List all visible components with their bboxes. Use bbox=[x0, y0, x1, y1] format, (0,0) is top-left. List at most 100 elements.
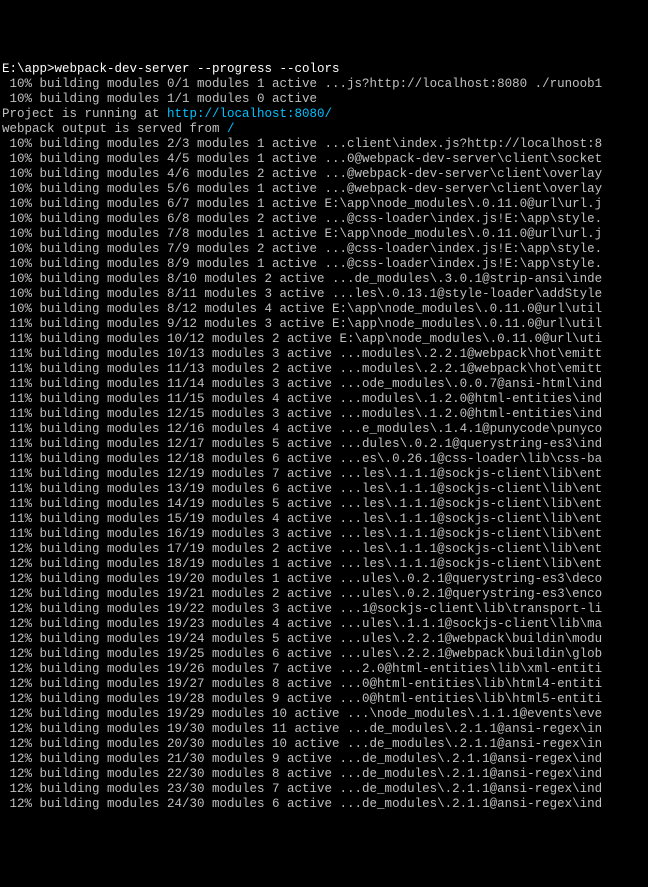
build-progress-text: 12% building modules 19/21 modules 2 act… bbox=[2, 587, 602, 601]
build-progress-text: 12% building modules 19/23 modules 4 act… bbox=[2, 617, 602, 631]
build-progress-text: 10% building modules 7/9 modules 2 activ… bbox=[2, 242, 602, 256]
build-progress-text: 10% building modules 4/6 modules 2 activ… bbox=[2, 167, 602, 181]
build-progress-text: 12% building modules 20/30 modules 10 ac… bbox=[2, 737, 602, 751]
build-progress-line: 12% building modules 18/19 modules 1 act… bbox=[2, 557, 646, 572]
build-progress-text: 10% building modules 5/6 modules 1 activ… bbox=[2, 182, 602, 196]
build-progress-line: 12% building modules 23/30 modules 7 act… bbox=[2, 782, 646, 797]
build-progress-text: 12% building modules 19/28 modules 9 act… bbox=[2, 692, 602, 706]
build-progress-text: 10% building modules 0/1 modules 1 activ… bbox=[2, 77, 602, 91]
build-progress-text: 11% building modules 12/17 modules 5 act… bbox=[2, 437, 602, 451]
build-progress-text: 10% building modules 2/3 modules 1 activ… bbox=[2, 137, 602, 151]
build-progress-line: 11% building modules 14/19 modules 5 act… bbox=[2, 497, 646, 512]
build-progress-text: 11% building modules 9/12 modules 3 acti… bbox=[2, 317, 602, 331]
build-progress-text: 11% building modules 11/13 modules 2 act… bbox=[2, 362, 602, 376]
build-progress-text: 12% building modules 19/27 modules 8 act… bbox=[2, 677, 602, 691]
build-progress-line: 10% building modules 0/1 modules 1 activ… bbox=[2, 77, 646, 92]
build-progress-line: 11% building modules 10/13 modules 3 act… bbox=[2, 347, 646, 362]
build-progress-text: 11% building modules 10/12 modules 2 act… bbox=[2, 332, 602, 346]
build-progress-line: 10% building modules 8/12 modules 4 acti… bbox=[2, 302, 646, 317]
build-progress-line: 12% building modules 19/25 modules 6 act… bbox=[2, 647, 646, 662]
build-progress-line: 12% building modules 20/30 modules 10 ac… bbox=[2, 737, 646, 752]
build-progress-line: 10% building modules 7/8 modules 1 activ… bbox=[2, 227, 646, 242]
build-progress-text: 11% building modules 12/19 modules 7 act… bbox=[2, 467, 602, 481]
build-progress-line: 12% building modules 19/21 modules 2 act… bbox=[2, 587, 646, 602]
build-progress-text: 11% building modules 11/14 modules 3 act… bbox=[2, 377, 602, 391]
build-progress-text: 12% building modules 19/25 modules 6 act… bbox=[2, 647, 602, 661]
build-progress-text: 12% building modules 19/20 modules 1 act… bbox=[2, 572, 602, 586]
build-progress-line: 12% building modules 19/22 modules 3 act… bbox=[2, 602, 646, 617]
build-progress-line: 12% building modules 22/30 modules 8 act… bbox=[2, 767, 646, 782]
build-progress-line: 10% building modules 1/1 modules 0 activ… bbox=[2, 92, 646, 107]
build-progress-line: 12% building modules 19/30 modules 11 ac… bbox=[2, 722, 646, 737]
build-progress-line: 10% building modules 8/11 modules 3 acti… bbox=[2, 287, 646, 302]
project-running-label: Project is running at bbox=[2, 107, 167, 121]
served-from-line: webpack output is served from / bbox=[2, 122, 646, 137]
build-progress-text: 12% building modules 19/26 modules 7 act… bbox=[2, 662, 602, 676]
build-progress-text: 10% building modules 1/1 modules 0 activ… bbox=[2, 92, 317, 106]
command-text: webpack-dev-server --progress --colors bbox=[55, 62, 340, 76]
build-progress-line: 11% building modules 12/16 modules 4 act… bbox=[2, 422, 646, 437]
build-progress-line: 10% building modules 5/6 modules 1 activ… bbox=[2, 182, 646, 197]
build-progress-text: 11% building modules 14/19 modules 5 act… bbox=[2, 497, 602, 511]
build-progress-text: 12% building modules 21/30 modules 9 act… bbox=[2, 752, 602, 766]
build-progress-line: 11% building modules 15/19 modules 4 act… bbox=[2, 512, 646, 527]
build-progress-line: 10% building modules 8/10 modules 2 acti… bbox=[2, 272, 646, 287]
build-progress-line: 10% building modules 8/9 modules 1 activ… bbox=[2, 257, 646, 272]
build-progress-line: 10% building modules 6/8 modules 2 activ… bbox=[2, 212, 646, 227]
build-progress-line: 11% building modules 13/19 modules 6 act… bbox=[2, 482, 646, 497]
build-progress-line: 11% building modules 11/15 modules 4 act… bbox=[2, 392, 646, 407]
build-progress-text: 11% building modules 15/19 modules 4 act… bbox=[2, 512, 602, 526]
build-progress-text: 12% building modules 18/19 modules 1 act… bbox=[2, 557, 602, 571]
build-progress-line: 10% building modules 4/5 modules 1 activ… bbox=[2, 152, 646, 167]
build-progress-line: 10% building modules 2/3 modules 1 activ… bbox=[2, 137, 646, 152]
build-progress-text: 12% building modules 19/24 modules 5 act… bbox=[2, 632, 602, 646]
build-progress-line: 12% building modules 21/30 modules 9 act… bbox=[2, 752, 646, 767]
build-progress-text: 11% building modules 16/19 modules 3 act… bbox=[2, 527, 602, 541]
build-progress-line: 12% building modules 19/27 modules 8 act… bbox=[2, 677, 646, 692]
command-prompt-line: E:\app>webpack-dev-server --progress --c… bbox=[2, 62, 646, 77]
build-progress-text: 11% building modules 12/16 modules 4 act… bbox=[2, 422, 602, 436]
build-progress-line: 12% building modules 19/26 modules 7 act… bbox=[2, 662, 646, 677]
build-progress-text: 11% building modules 12/18 modules 6 act… bbox=[2, 452, 602, 466]
build-progress-text: 10% building modules 6/7 modules 1 activ… bbox=[2, 197, 602, 211]
build-progress-line: 10% building modules 6/7 modules 1 activ… bbox=[2, 197, 646, 212]
build-progress-text: 11% building modules 10/13 modules 3 act… bbox=[2, 347, 602, 361]
build-progress-text: 11% building modules 11/15 modules 4 act… bbox=[2, 392, 602, 406]
build-progress-text: 11% building modules 12/15 modules 3 act… bbox=[2, 407, 602, 421]
build-progress-text: 10% building modules 8/9 modules 1 activ… bbox=[2, 257, 602, 271]
build-progress-line: 12% building modules 19/20 modules 1 act… bbox=[2, 572, 646, 587]
build-progress-line: 11% building modules 11/13 modules 2 act… bbox=[2, 362, 646, 377]
project-running-line: Project is running at http://localhost:8… bbox=[2, 107, 646, 122]
build-progress-line: 11% building modules 11/14 modules 3 act… bbox=[2, 377, 646, 392]
build-progress-text: 10% building modules 8/10 modules 2 acti… bbox=[2, 272, 602, 286]
build-progress-line: 11% building modules 12/19 modules 7 act… bbox=[2, 467, 646, 482]
build-progress-line: 12% building modules 19/28 modules 9 act… bbox=[2, 692, 646, 707]
build-progress-text: 10% building modules 7/8 modules 1 activ… bbox=[2, 227, 602, 241]
build-progress-text: 12% building modules 19/30 modules 11 ac… bbox=[2, 722, 602, 736]
build-progress-line: 12% building modules 19/29 modules 10 ac… bbox=[2, 707, 646, 722]
build-progress-line: 11% building modules 12/15 modules 3 act… bbox=[2, 407, 646, 422]
build-progress-text: 12% building modules 19/22 modules 3 act… bbox=[2, 602, 602, 616]
build-progress-text: 12% building modules 24/30 modules 6 act… bbox=[2, 797, 602, 811]
build-progress-line: 11% building modules 9/12 modules 3 acti… bbox=[2, 317, 646, 332]
prompt-path: E:\app> bbox=[2, 62, 55, 76]
served-from-label: webpack output is served from bbox=[2, 122, 227, 136]
build-progress-line: 10% building modules 7/9 modules 2 activ… bbox=[2, 242, 646, 257]
build-progress-text: 11% building modules 13/19 modules 6 act… bbox=[2, 482, 602, 496]
build-progress-line: 11% building modules 16/19 modules 3 act… bbox=[2, 527, 646, 542]
build-progress-text: 10% building modules 8/11 modules 3 acti… bbox=[2, 287, 602, 301]
build-progress-text: 12% building modules 19/29 modules 10 ac… bbox=[2, 707, 602, 721]
build-progress-line: 12% building modules 19/23 modules 4 act… bbox=[2, 617, 646, 632]
build-progress-text: 12% building modules 23/30 modules 7 act… bbox=[2, 782, 602, 796]
build-progress-line: 11% building modules 10/12 modules 2 act… bbox=[2, 332, 646, 347]
build-progress-line: 11% building modules 12/17 modules 5 act… bbox=[2, 437, 646, 452]
build-progress-text: 10% building modules 4/5 modules 1 activ… bbox=[2, 152, 602, 166]
served-path: / bbox=[227, 122, 235, 136]
build-progress-line: 12% building modules 17/19 modules 2 act… bbox=[2, 542, 646, 557]
project-url: http://localhost:8080/ bbox=[167, 107, 332, 121]
build-progress-line: 11% building modules 12/18 modules 6 act… bbox=[2, 452, 646, 467]
build-progress-text: 12% building modules 22/30 modules 8 act… bbox=[2, 767, 602, 781]
build-progress-line: 12% building modules 19/24 modules 5 act… bbox=[2, 632, 646, 647]
build-progress-text: 10% building modules 6/8 modules 2 activ… bbox=[2, 212, 602, 226]
build-progress-text: 12% building modules 17/19 modules 2 act… bbox=[2, 542, 602, 556]
